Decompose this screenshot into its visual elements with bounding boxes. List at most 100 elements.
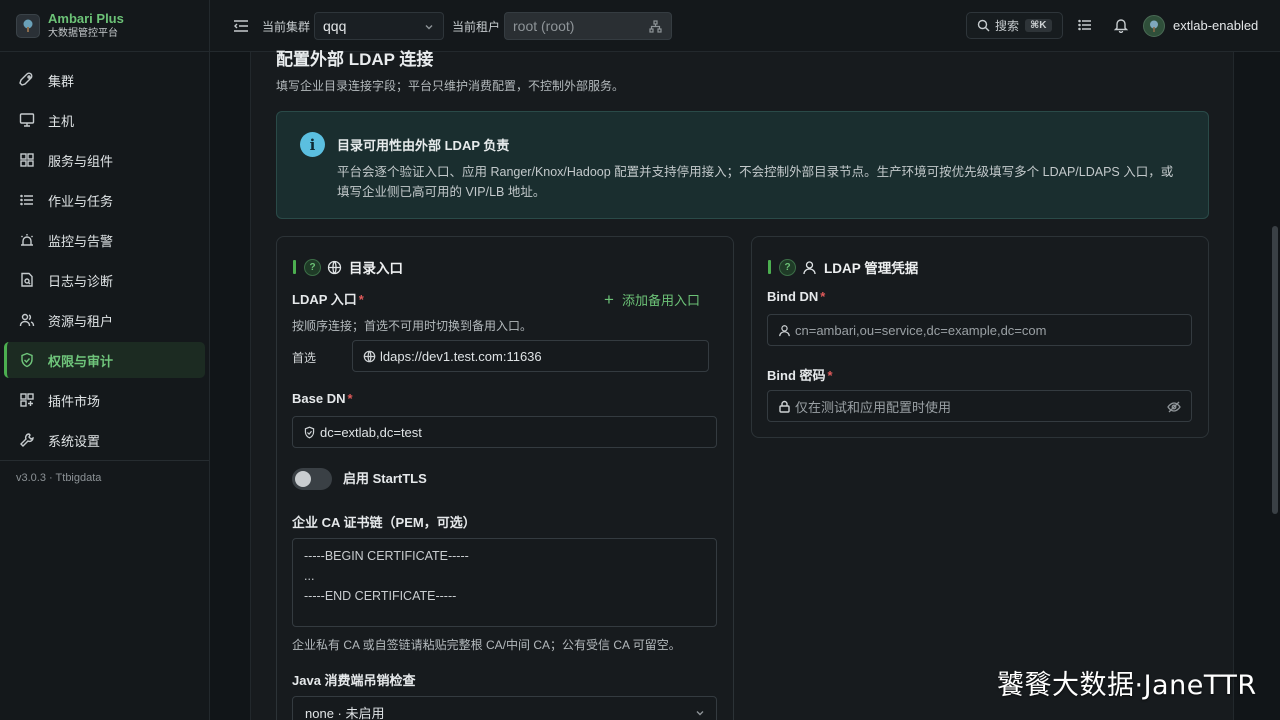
sidebar-toggle-icon[interactable] (232, 17, 250, 35)
required-mark: * (827, 368, 833, 383)
bell-icon[interactable] (1113, 17, 1129, 33)
tenant-field: root (root) (504, 12, 672, 40)
bind-password-label: Bind 密码 * (767, 365, 833, 384)
sidebar-item-plugins[interactable]: 插件市场 (4, 382, 205, 418)
chevron-down-icon (423, 21, 435, 33)
cluster-label: 当前集群 (262, 20, 311, 34)
scrollbar-thumb[interactable] (1272, 226, 1278, 514)
sidebar-divider (0, 460, 209, 461)
brand-logo-icon (16, 13, 40, 38)
java-revocation-select[interactable]: none · 未启用 (292, 696, 717, 720)
credentials-card-header: ? LDAP 管理凭据 (768, 257, 918, 277)
required-mark: * (347, 391, 353, 406)
sidebar-nav: 集群 主机 服务与组件 作业与任务 监控与告警 日志与诊断 资源与租户 权限与审… (0, 52, 209, 458)
list-icon (19, 192, 35, 208)
bind-dn-placeholder: cn=ambari,ou=service,dc=example,dc=com (795, 322, 1047, 338)
directory-card-header: ? 目录入口 (293, 257, 403, 277)
sidebar-item-tenants[interactable]: 资源与租户 (4, 302, 205, 338)
sidebar-item-label: 监控与告警 (48, 233, 114, 249)
required-mark: * (358, 292, 364, 307)
brand-name: Ambari Plus (48, 10, 124, 26)
shield-check-icon (19, 352, 35, 368)
globe-icon (327, 260, 342, 275)
user-name[interactable]: extlab-enabled (1173, 18, 1258, 33)
ca-line: ... (304, 569, 315, 583)
bind-dn-label: Bind DN * (767, 289, 825, 304)
card-title: 目录入口 (349, 261, 403, 276)
sidebar-item-label: 作业与任务 (48, 193, 114, 209)
page-title: 配置外部 LDAP 连接 (276, 50, 434, 69)
sidebar-item-monitoring[interactable]: 监控与告警 (4, 222, 205, 258)
sidebar-item-services[interactable]: 服务与组件 (4, 142, 205, 178)
bind-dn-input[interactable]: cn=ambari,ou=service,dc=example,dc=com (767, 314, 1192, 346)
ca-line: -----BEGIN CERTIFICATE----- (304, 549, 469, 563)
tenant-value: root (root) (513, 18, 575, 34)
grid-icon (19, 152, 35, 168)
brand-subtitle: 大数据管控平台 (48, 28, 118, 40)
info-text: 平台会逐个验证入口、应用 Ranger/Knox/Hadoop 配置并支持停用接… (337, 165, 1174, 199)
ca-chain-textarea[interactable]: -----BEGIN CERTIFICATE----- ... -----END… (292, 538, 717, 627)
help-icon[interactable]: ? (779, 258, 796, 276)
sidebar-item-logs[interactable]: 日志与诊断 (4, 262, 205, 298)
base-dn-label: Base DN * (292, 391, 353, 406)
java-revocation-label: Java 消费端吊销检查 (292, 673, 416, 688)
preferred-label: 首选 (292, 351, 317, 365)
sidebar-item-label: 服务与组件 (48, 153, 114, 169)
page-subtitle: 填写企业目录连接字段；平台只维护消费配置，不控制外部服务。 (276, 79, 625, 93)
monitor-icon (19, 112, 35, 128)
sidebar-item-label: 主机 (48, 113, 75, 129)
preferred-ldap-input[interactable]: ldaps://dev1.test.com:11636 (352, 340, 709, 372)
sidebar: Ambari Plus 大数据管控平台 集群 主机 服务与组件 作业与任务 监控… (0, 0, 210, 720)
users-icon (19, 312, 35, 328)
ca-chain-label: 企业 CA 证书链（PEM，可选） (292, 515, 476, 530)
sidebar-item-hosts[interactable]: 主机 (4, 102, 205, 138)
rocket-icon (19, 72, 35, 88)
file-search-icon (19, 272, 35, 288)
version-label: v3.0.3 · Ttbigdata (16, 472, 102, 484)
globe-icon (363, 350, 376, 363)
card-title: LDAP 管理凭据 (824, 261, 919, 276)
bind-password-input[interactable]: 仅在测试和应用配置时使用 (767, 390, 1192, 422)
puzzle-icon (19, 392, 35, 408)
cluster-select[interactable]: qqq (314, 12, 444, 40)
search-button[interactable]: 搜索 ⌘K (966, 12, 1063, 39)
base-dn-value: dc=extlab,dc=test (320, 424, 422, 440)
ca-line: -----END CERTIFICATE----- (304, 589, 457, 603)
eye-off-icon[interactable] (1167, 400, 1181, 414)
brand[interactable]: Ambari Plus 大数据管控平台 (0, 0, 209, 52)
avatar[interactable] (1143, 15, 1165, 37)
tenant-label: 当前租户 (452, 20, 501, 34)
search-label: 搜索 (995, 19, 1020, 33)
info-alert: i 目录可用性由外部 LDAP 负责 平台会逐个验证入口、应用 Ranger/K… (276, 111, 1209, 219)
sidebar-item-label: 插件市场 (48, 393, 101, 409)
ca-chain-hint: 企业私有 CA 或自签链请粘贴完整根 CA/中间 CA；公有受信 CA 可留空。 (292, 638, 681, 652)
watermark: 饕餮大数据·JaneTTR (997, 670, 1257, 701)
chevron-down-icon (694, 707, 706, 719)
help-icon[interactable]: ? (304, 258, 321, 276)
required-mark: * (820, 289, 826, 304)
sidebar-item-label: 权限与审计 (48, 353, 114, 369)
user-icon (802, 260, 817, 275)
base-dn-input[interactable]: dc=extlab,dc=test (292, 416, 717, 448)
cluster-value: qqq (323, 18, 347, 34)
sidebar-item-cluster[interactable]: 集群 (4, 62, 205, 98)
sidebar-item-label: 资源与租户 (48, 313, 114, 329)
add-backup-entry-button[interactable]: + 添加备用入口 (604, 290, 700, 309)
bind-password-placeholder: 仅在测试和应用配置时使用 (795, 399, 952, 415)
sidebar-item-security[interactable]: 权限与审计 (4, 342, 205, 378)
info-icon: i (300, 132, 325, 157)
starttls-label: 启用 StartTLS (343, 471, 427, 486)
wrench-icon (19, 432, 35, 448)
sidebar-item-label: 系统设置 (48, 433, 101, 449)
sidebar-item-settings[interactable]: 系统设置 (4, 422, 205, 458)
task-list-icon[interactable] (1077, 17, 1093, 33)
search-icon (977, 19, 990, 32)
sidebar-item-jobs[interactable]: 作业与任务 (4, 182, 205, 218)
ldap-entry-hint: 按顺序连接；首选不可用时切换到备用入口。 (292, 319, 533, 333)
starttls-toggle[interactable] (292, 468, 332, 490)
plus-icon: + (604, 290, 614, 309)
search-shortcut: ⌘K (1025, 19, 1052, 32)
preferred-ldap-value: ldaps://dev1.test.com:11636 (380, 348, 542, 364)
sidebar-item-label: 日志与诊断 (48, 273, 114, 289)
ldap-entry-label-text: LDAP 入口 (292, 292, 357, 307)
